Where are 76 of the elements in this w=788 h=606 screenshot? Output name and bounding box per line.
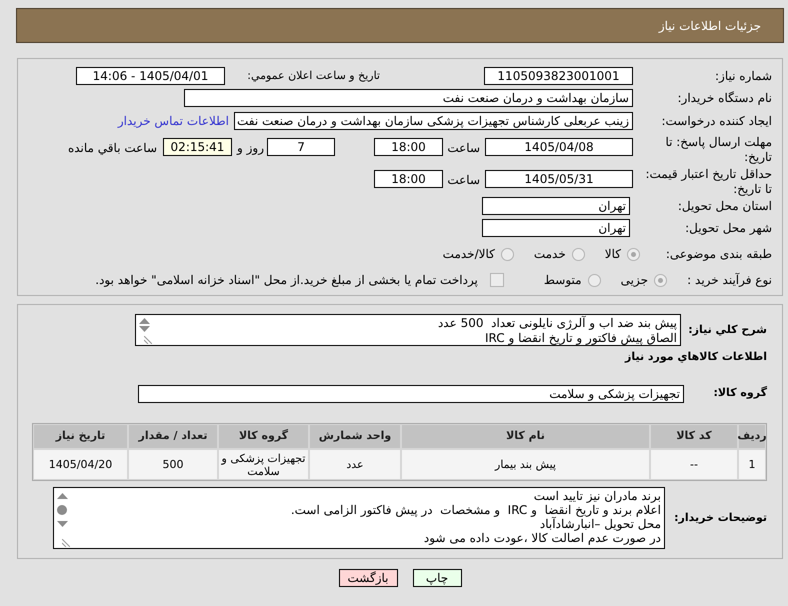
section-heading: اطلاعات کالاهاي مورد نیاز (625, 348, 767, 365)
buyer-contact-link[interactable]: اطلاعات تماس خریدار (118, 112, 229, 130)
need-number-field: 1105093823001001 (484, 67, 633, 85)
field-label: ساعت باقي مانده (68, 140, 157, 157)
table-cell: 500 (129, 450, 217, 479)
city-field: تهران (482, 219, 630, 237)
field-label: ایجاد کننده درخواست: (660, 113, 772, 130)
field-label: طبقه بندی موضوعی: (664, 246, 772, 263)
field-label: توضیحات خریدار: (673, 510, 767, 526)
scroll-down-arrow-icon[interactable] (56, 521, 68, 527)
field-label: حداقل تاریخ اعتبار قیمت: تا تاریخ: (644, 167, 772, 197)
checkbox[interactable] (490, 273, 504, 287)
field-label: روز و (236, 140, 264, 157)
deadline-date-field: 1405/04/08 (485, 138, 633, 156)
remaining-days-field: 7 (267, 138, 335, 156)
radio-label: کالا (604, 246, 621, 263)
table-cell: 1 (739, 450, 765, 479)
text-line: اعلام برند و تاریخ انقضا و IRC و مشخصات در پیش فاکتور الزامی است. (290, 503, 661, 517)
back-button[interactable]: بازگشت (338, 569, 398, 587)
buyer-organization-field: سازمان بهداشت و درمان صنعت نفت (184, 89, 633, 107)
announcement-date-field: 1405/04/01 - 14:06 (76, 67, 225, 85)
field-label: شماره نیاز: (714, 68, 772, 85)
text-line: محل تحویل –انبارشادآباد (538, 517, 661, 531)
field-label: نوع فرآیند خرید : (686, 272, 772, 289)
column-header: تاریخ نیاز (34, 425, 127, 448)
print-button[interactable]: چاپ (412, 569, 462, 587)
text-line: الصاق پیش فاکتور و تاریخ انقضا و IRC (484, 331, 677, 346)
field-label: گروه کالا: (712, 385, 767, 402)
text-line: پیش بند ضد اب و آلرژی نایلونی تعداد 500 عدد (436, 316, 677, 331)
table-cell: 1405/04/20 (34, 450, 127, 479)
radio-button[interactable] (588, 274, 601, 286)
description-textarea[interactable]: پیش بند ضد اب و آلرژی نایلونی تعداد 500 عدد الصاق پیش فاکتور و تاریخ انقضا و IRC (135, 314, 681, 346)
radio-button[interactable] (500, 248, 514, 260)
requester-field: زینب عربعلی کارشناس تجهیزات پزشکی سازمان بهداشت و درمان صنعت نفت (234, 112, 633, 130)
table-cell: تجهیزات پزشکی و سلامت (219, 450, 308, 479)
column-header: گروه کالا (219, 425, 308, 448)
remaining-time-field: 02:15:41 (163, 138, 232, 156)
column-header: ردیف (739, 425, 765, 448)
table-cell: عدد (310, 450, 400, 479)
radio-label: کالا/خدمت (442, 246, 495, 263)
column-header: نام کالا (402, 425, 649, 448)
radio-button[interactable] (572, 248, 585, 260)
field-label: نام دستگاه خریدار: (676, 90, 772, 107)
column-header: تعداد / مقدار (129, 425, 217, 448)
radio-label: خدمت (534, 246, 566, 263)
radio-button[interactable] (654, 274, 667, 286)
text-line: برند مادران نیز تایید است (532, 489, 661, 503)
field-label: شهر محل تحویل: (684, 220, 772, 237)
field-label: مهلت ارسال پاسخ: تا تاریخ: (664, 135, 772, 165)
resize-grip-icon[interactable] (144, 336, 152, 344)
validity-time-field: 18:00 (374, 170, 443, 188)
radio-label: جزیی (620, 272, 648, 289)
table-cell: -- (651, 450, 737, 479)
resize-grip-icon[interactable] (62, 539, 70, 547)
buyer-notes-textarea[interactable]: برند مادران نیز تایید است اعلام برند و تاریخ انقضا و IRC و مشخصات در پیش فاکتور الزامی است. محل تحویل –انبارشادآباد در صورت عدم اصالت کالا ،عودت داده می شود (53, 487, 665, 549)
checkbox-label: پرداخت تمام یا بخشی از مبلغ خرید.از محل "اسناد خزانه اسلامی" خواهد بود. (95, 272, 478, 289)
goods-group-field: تجهیزات پزشکی و سلامت (138, 384, 684, 402)
radio-label: متوسط (544, 272, 582, 289)
column-header: کد کالا (651, 425, 737, 448)
radio-button[interactable] (627, 248, 640, 260)
field-label: شرح کلي نیاز: (687, 322, 767, 338)
table-cell: پیش بند بیمار (402, 450, 649, 479)
scroll-up-arrow-icon[interactable] (56, 493, 68, 499)
scroll-thumb-icon[interactable] (57, 505, 67, 515)
province-field: تهران (482, 197, 630, 215)
validity-date-field: 1405/05/31 (485, 170, 633, 188)
field-label: ساعت (446, 172, 480, 189)
column-header: واحد شمارش (310, 425, 400, 448)
field-label: ساعت (446, 140, 480, 157)
field-label: استان محل تحویل: (676, 198, 772, 215)
scroll-up-arrow-icon[interactable] (138, 318, 150, 324)
field-label: تاریخ و ساعت اعلان عمومي: (246, 68, 380, 84)
page-title: جزئیات اطلاعات نیاز (658, 18, 761, 34)
scroll-down-arrow-icon[interactable] (138, 326, 150, 332)
text-line: در صورت عدم اصالت کالا ،عودت داده می شود (422, 531, 661, 545)
deadline-time-field: 18:00 (374, 138, 443, 156)
